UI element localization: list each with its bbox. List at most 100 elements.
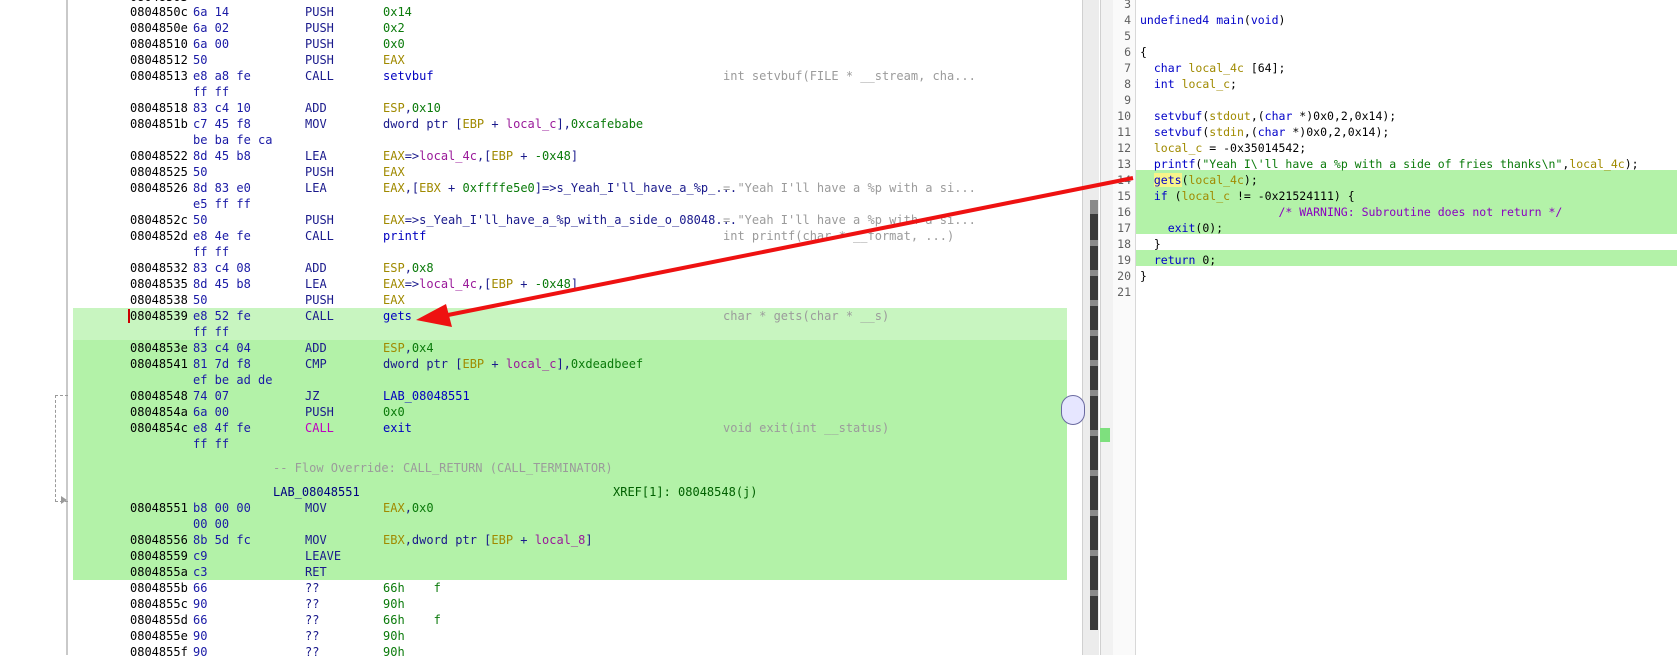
row-operand[interactable]: 0x0: [383, 36, 405, 52]
row-operand[interactable]: EAX=>local_4c,[EBP + -0x48]: [383, 148, 578, 164]
line-code[interactable]: undefined4 main(void): [1140, 12, 1285, 28]
listing-row[interactable]: 08048510 6a 00 PUSH 0x0: [73, 36, 1067, 52]
line-code[interactable]: gets(local_4c);: [1140, 172, 1258, 188]
decompiler-line[interactable]: 17 exit(0);: [1113, 220, 1677, 236]
line-code[interactable]: if (local_c != -0x21524111) {: [1140, 188, 1355, 204]
listing-row[interactable]: 0804850c 6a 14 PUSH 0x14: [73, 4, 1067, 20]
listing-row[interactable]: 08048556 8b 5d fc MOV EBX,dword ptr [EBP + …: [73, 532, 1067, 548]
line-code[interactable]: return 0;: [1140, 252, 1216, 268]
decompiler-line[interactable]: 8 int local_c;: [1113, 76, 1677, 92]
decompiler-line[interactable]: 13 printf("Yeah I\'ll have a %p with a s…: [1113, 156, 1677, 172]
row-operand[interactable]: EAX,[EBX + 0xffffe5e0]=>s_Yeah_I'll_have…: [383, 180, 737, 196]
decompiler-line[interactable]: 9: [1113, 92, 1677, 108]
row-operand[interactable]: printf: [383, 228, 426, 244]
listing-row[interactable]: 0804852c 50 PUSH EAX=>s_Yeah_I'll_have_a_%p…: [73, 212, 1067, 228]
decompiler-line[interactable]: 7 char local_4c [64];: [1113, 60, 1677, 76]
line-code[interactable]: {: [1140, 44, 1147, 60]
overview-bar[interactable]: [1090, 200, 1098, 630]
listing-row[interactable]: 08048512 50 PUSH EAX: [73, 52, 1067, 68]
listing-row[interactable]: 0804854c e8 4f fe CALL exit void exit(int __…: [73, 420, 1067, 436]
line-code[interactable]: setvbuf(stdin,(char *)0x0,2,0x14);: [1140, 124, 1389, 140]
row-operand[interactable]: EAX: [383, 164, 405, 180]
decompiler-line[interactable]: 16 /* WARNING: Subroutine does not retur…: [1113, 204, 1677, 220]
line-code[interactable]: int local_c;: [1140, 76, 1237, 92]
line-code[interactable]: exit(0);: [1140, 220, 1223, 236]
decompiler-line[interactable]: 15 if (local_c != -0x21524111) {: [1113, 188, 1677, 204]
listing-row[interactable]: 0804855a c3 RET: [73, 564, 1067, 580]
decompiler-line[interactable]: 14 gets(local_4c);: [1113, 172, 1677, 188]
listing-row[interactable]: 0804855c 90?? 90h: [73, 596, 1067, 612]
listing-row[interactable]: ff ff: [73, 84, 1067, 100]
row-operand[interactable]: 90h: [383, 596, 405, 612]
row-operand[interactable]: EBX,dword ptr [EBP + local_8]: [383, 532, 593, 548]
listing-row[interactable]: 08048551 b8 00 00 MOV EAX,0x0: [73, 500, 1067, 516]
decompiler-line[interactable]: 18 }: [1113, 236, 1677, 252]
row-operand[interactable]: EAX=>s_Yeah_I'll_have_a_%p_with_a_side_o…: [383, 212, 737, 228]
decompiler-line[interactable]: 5: [1113, 28, 1677, 44]
listing-row[interactable]: 08048532 83 c4 08 ADD ESP,0x8: [73, 260, 1067, 276]
branch-label[interactable]: LAB_08048551: [273, 484, 360, 500]
row-operand[interactable]: EAX,0x0: [383, 500, 434, 516]
decompiler-line[interactable]: 19 return 0;: [1113, 252, 1677, 268]
listing-row[interactable]: 08048548 74 07 JZ LAB_08048551: [73, 388, 1067, 404]
listing-row[interactable]: 0804855d 66?? 66h f: [73, 612, 1067, 628]
decompiler-line[interactable]: 3: [1113, 0, 1677, 12]
pane-divider[interactable]: [1100, 0, 1114, 655]
row-operand[interactable]: setvbuf: [383, 68, 434, 84]
row-operand[interactable]: ESP,0x4: [383, 340, 434, 356]
listing-row[interactable]: 08048526 8d 83 e0 LEA EAX,[EBX + 0xffffe5e0…: [73, 180, 1067, 196]
decompiler-line[interactable]: 4 undefined4 main(void): [1113, 12, 1677, 28]
listing-row[interactable]: 0804850e 6a 02 PUSH 0x2: [73, 20, 1067, 36]
listing-row[interactable]: 08048539 e8 52 fe CALL gets char * gets(char…: [73, 308, 1067, 324]
listing-row[interactable]: 0804855f 90?? 90h: [73, 644, 1067, 660]
listing-row[interactable]: ef be ad de: [73, 372, 1067, 388]
listing-row[interactable]: 0804853e 83 c4 04 ADD ESP,0x4: [73, 340, 1067, 356]
row-operand[interactable]: EAX: [383, 52, 405, 68]
decompiler-line[interactable]: 11 setvbuf(stdin,(char *)0x0,2,0x14);: [1113, 124, 1677, 140]
listing-row[interactable]: 08048559 c9 LEAVE: [73, 548, 1067, 564]
listing-row[interactable]: 08048518 83 c4 10 ADD ESP,0x10: [73, 100, 1067, 116]
row-operand[interactable]: 66h f: [383, 580, 441, 596]
line-code[interactable]: setvbuf(stdout,(char *)0x0,2,0x14);: [1140, 108, 1396, 124]
listing-row[interactable]: be ba fe ca: [73, 132, 1067, 148]
listing-row[interactable]: 0804855e 90?? 90h: [73, 628, 1067, 644]
line-code[interactable]: printf("Yeah I\'ll have a %p with a side…: [1140, 156, 1639, 172]
line-code[interactable]: }: [1140, 268, 1147, 284]
row-operand[interactable]: EAX=>local_4c,[EBP + -0x48]: [383, 276, 578, 292]
disassembly-listing[interactable]: 080485030804850c6a 14PUSH0x140804850e6a …: [73, 0, 1067, 659]
listing-row[interactable]: 00 00: [73, 516, 1067, 532]
row-operand[interactable]: dword ptr [EBP + local_c],0xdeadbeef: [383, 356, 643, 372]
row-operand[interactable]: LAB_08048551: [383, 388, 470, 404]
row-operand[interactable]: gets: [383, 308, 412, 324]
row-operand[interactable]: ESP,0x8: [383, 260, 434, 276]
listing-row[interactable]: 08048522 8d 45 b8 LEA EAX=>local_4c,[EBP + …: [73, 148, 1067, 164]
row-operand[interactable]: exit: [383, 420, 412, 436]
listing-row[interactable]: 08048541 81 7d f8 CMP dword ptr [EBP + loca…: [73, 356, 1067, 372]
listing-row[interactable]: e5 ff ff: [73, 196, 1067, 212]
row-operand[interactable]: dword ptr [EBP + local_c],0xcafebabe: [383, 116, 643, 132]
row-operand[interactable]: 0x14: [383, 4, 412, 20]
row-operand[interactable]: 90h: [383, 644, 405, 660]
listing-row[interactable]: ff ff: [73, 436, 1067, 452]
line-code[interactable]: local_c = -0x35014542;: [1140, 140, 1306, 156]
decompiler-line[interactable]: 20}: [1113, 268, 1677, 284]
line-code[interactable]: char local_4c [64];: [1140, 60, 1286, 76]
row-operand[interactable]: 90h: [383, 628, 405, 644]
listing-row[interactable]: 0804854a 6a 00 PUSH 0x0: [73, 404, 1067, 420]
line-code[interactable]: /* WARNING: Subroutine does not return *…: [1140, 204, 1562, 220]
split-handle[interactable]: [1061, 395, 1085, 425]
row-operand[interactable]: 66h f: [383, 612, 441, 628]
row-operand[interactable]: 0x0: [383, 404, 405, 420]
decompiler-line[interactable]: 21: [1113, 284, 1677, 300]
listing-row[interactable]: 08048525 50 PUSH EAX: [73, 164, 1067, 180]
listing-row[interactable]: ff ff: [73, 244, 1067, 260]
listing-row[interactable]: 08048538 50 PUSH EAX: [73, 292, 1067, 308]
listing-row[interactable]: 0804852d e8 4e fe CALL printf int printf(cha…: [73, 228, 1067, 244]
line-code[interactable]: }: [1140, 236, 1161, 252]
listing-row[interactable]: ff ff: [73, 324, 1067, 340]
xref-reference[interactable]: XREF[1]: 08048548(j): [613, 484, 758, 500]
decompiler-line[interactable]: 10 setvbuf(stdout,(char *)0x0,2,0x14);: [1113, 108, 1677, 124]
decompiler-line[interactable]: 6{: [1113, 44, 1677, 60]
listing-row[interactable]: 0804855b 66?? 66h f: [73, 580, 1067, 596]
row-operand[interactable]: EAX: [383, 292, 405, 308]
